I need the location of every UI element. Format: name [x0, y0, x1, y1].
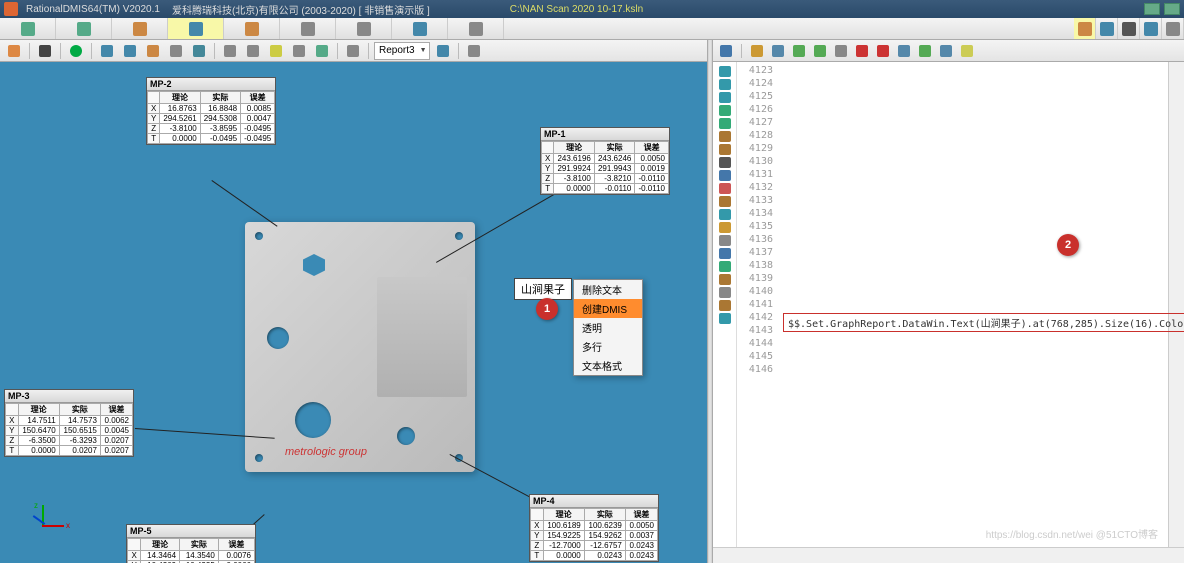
- axis-indicator: zx: [28, 505, 68, 545]
- code-line: $$.Set.GraphReport.DataWin.Text(山涧果子).at…: [783, 313, 1184, 332]
- grid-button[interactable]: [289, 42, 309, 60]
- pan-button[interactable]: [166, 42, 186, 60]
- code-toolbar: [713, 40, 1184, 62]
- code-btn-3[interactable]: [811, 43, 829, 59]
- code-btn-4[interactable]: [832, 43, 850, 59]
- text-annotation[interactable]: 山涧果子: [514, 278, 572, 300]
- ctx-transparent[interactable]: 透明: [574, 318, 642, 337]
- ctx-text-format[interactable]: 文本格式: [574, 356, 642, 375]
- code-btn-10[interactable]: [958, 43, 976, 59]
- watermark: https://blog.csdn.net/wei @51CTO博客: [986, 526, 1158, 541]
- mp1-box[interactable]: MP-1 理论实际误差X243.6196243.62460.0050Y291.9…: [540, 127, 670, 195]
- code-btn-9[interactable]: [937, 43, 955, 59]
- callout-1: 1: [536, 298, 558, 320]
- tab-9[interactable]: [448, 18, 504, 39]
- report-opt-button[interactable]: [433, 42, 453, 60]
- tab-6[interactable]: [280, 18, 336, 39]
- refresh-button[interactable]: [66, 42, 86, 60]
- 3d-viewport[interactable]: metrologic group MP-2 理论实际误差X16.876316.8…: [0, 62, 707, 563]
- company-text: 爱科腾瑞科技(北京)有限公司 (2003-2020) [ 非销售演示版 ]: [172, 2, 430, 17]
- report-dropdown[interactable]: Report3: [374, 42, 430, 60]
- tab-4[interactable]: [168, 18, 224, 39]
- view-toolbar: Report3: [0, 40, 707, 62]
- code-btn-8[interactable]: [916, 43, 934, 59]
- tab-1[interactable]: [0, 18, 56, 39]
- tab-5[interactable]: [224, 18, 280, 39]
- code-gutter: [713, 62, 737, 547]
- rtab-5[interactable]: [1162, 18, 1184, 39]
- mp4-box[interactable]: MP-4 理论实际误差X100.6189100.62390.0050Y154.9…: [529, 494, 659, 562]
- mp3-box[interactable]: MP-3 理论实际误差X14.751114.75730.0062Y150.647…: [4, 389, 134, 457]
- code-btn-5[interactable]: [853, 43, 871, 59]
- file-path: C:\NAN Scan 2020 10-17.ksln: [510, 4, 643, 15]
- rtab-4[interactable]: [1140, 18, 1162, 39]
- tab-7[interactable]: [336, 18, 392, 39]
- cursor-button[interactable]: [35, 42, 55, 60]
- title-bar: RationalDMIS64(TM) V2020.1 爱科腾瑞科技(北京)有限公…: [0, 0, 1184, 18]
- rtab-2[interactable]: [1096, 18, 1118, 39]
- code-btn-0[interactable]: [748, 43, 766, 59]
- zoom-button[interactable]: [97, 42, 117, 60]
- mp2-table: 理论实际误差X16.876316.88480.0085Y294.5261294.…: [147, 91, 275, 144]
- view-button[interactable]: [189, 42, 209, 60]
- line-numbers: 4123412441254126412741284129413041314132…: [737, 62, 777, 547]
- scrollbar-vertical[interactable]: [1168, 62, 1184, 547]
- ctx-delete-text[interactable]: 删除文本: [574, 280, 642, 299]
- mp3-table: 理论实际误差X14.751114.75730.0062Y150.6470150.…: [5, 403, 133, 456]
- rotate-button[interactable]: [143, 42, 163, 60]
- light-button[interactable]: [266, 42, 286, 60]
- mp2-box[interactable]: MP-2 理论实际误差X16.876316.88480.0085Y294.526…: [146, 77, 276, 145]
- part-logo: metrologic group: [285, 446, 367, 458]
- mp4-table: 理论实际误差X100.6189100.62390.0050Y154.922515…: [530, 508, 658, 561]
- ctx-create-dmis[interactable]: 创建DMIS: [574, 299, 642, 318]
- extra-button[interactable]: [464, 42, 484, 60]
- tab-8[interactable]: [392, 18, 448, 39]
- code-content[interactable]: 2 $$.Set.GraphReport.DataWin.Text(山涧果子).…: [777, 62, 1168, 547]
- fit-button[interactable]: [120, 42, 140, 60]
- rtab-1[interactable]: [1074, 18, 1096, 39]
- meas-button[interactable]: [343, 42, 363, 60]
- code-btn-6[interactable]: [874, 43, 892, 59]
- mp1-table: 理论实际误差X243.6196243.62460.0050Y291.992429…: [541, 141, 669, 194]
- app-title: RationalDMIS64(TM) V2020.1: [26, 4, 160, 15]
- rtab-3[interactable]: [1118, 18, 1140, 39]
- home-button[interactable]: [4, 42, 24, 60]
- wire-button[interactable]: [220, 42, 240, 60]
- scrollbar-horizontal[interactable]: [713, 547, 1184, 563]
- layer-button[interactable]: [312, 42, 332, 60]
- code-btn-2[interactable]: [790, 43, 808, 59]
- context-menu: 删除文本 创建DMIS 透明 多行 文本格式: [573, 279, 643, 376]
- window-controls[interactable]: [1144, 3, 1180, 15]
- save-button[interactable]: [717, 43, 735, 59]
- tab-3[interactable]: [112, 18, 168, 39]
- mp5-table: 理论实际误差X14.346414.35400.0076Y10.426910.43…: [127, 538, 255, 563]
- mp5-box[interactable]: MP-5 理论实际误差X14.346414.35400.0076Y10.4269…: [126, 524, 256, 563]
- tab-2[interactable]: [56, 18, 112, 39]
- code-btn-1[interactable]: [769, 43, 787, 59]
- code-btn-7[interactable]: [895, 43, 913, 59]
- shade-button[interactable]: [243, 42, 263, 60]
- callout-2: 2: [1057, 234, 1079, 256]
- ctx-multiline[interactable]: 多行: [574, 337, 642, 356]
- main-toolbar: [0, 18, 1184, 40]
- app-logo-icon: [4, 2, 18, 16]
